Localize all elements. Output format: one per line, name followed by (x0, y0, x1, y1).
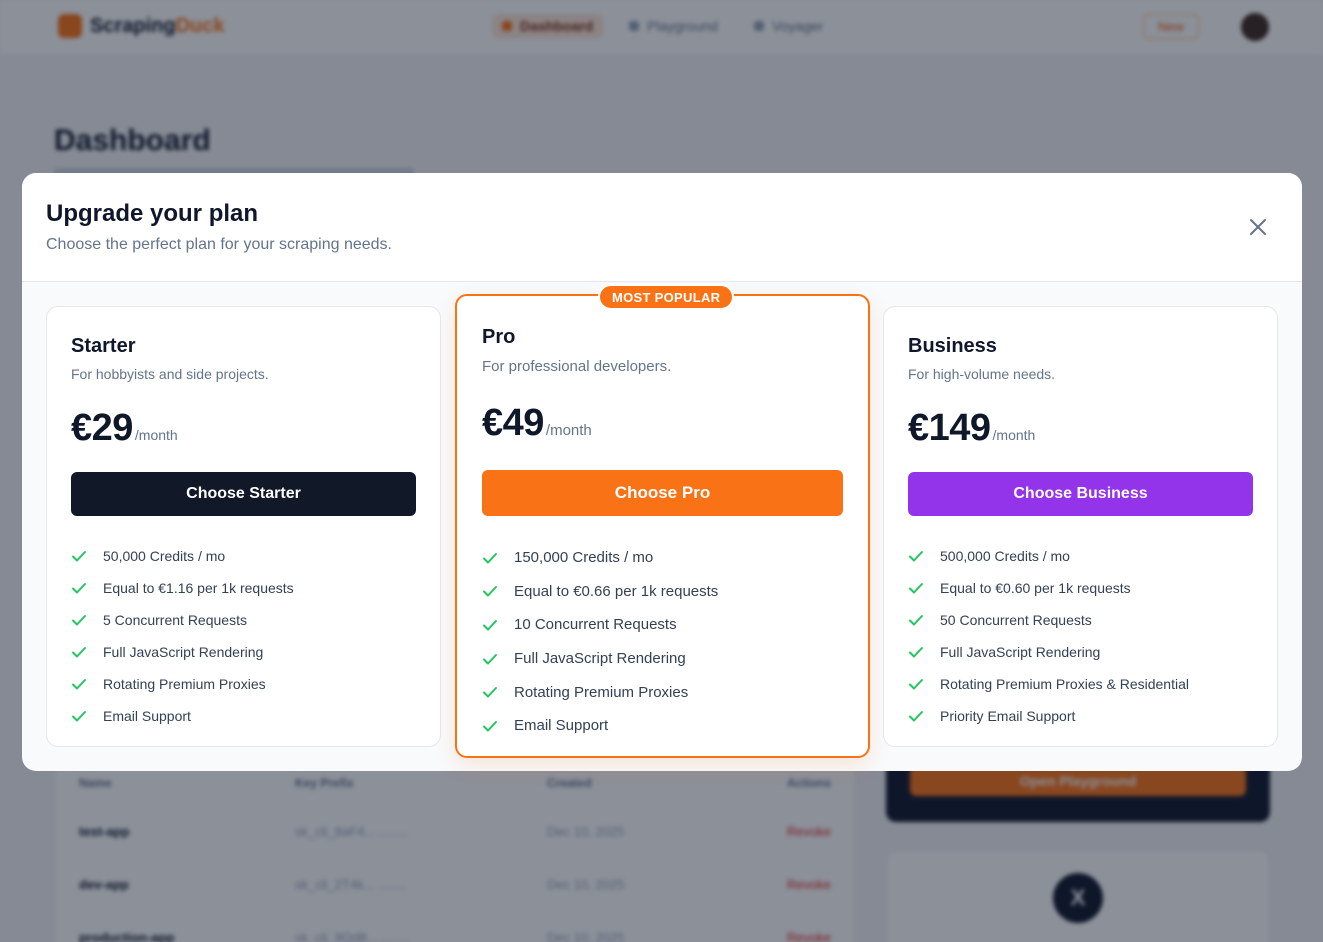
check-icon (909, 647, 923, 658)
choose-starter-button[interactable]: Choose Starter (71, 472, 416, 516)
feature-item: Full JavaScript Rendering (71, 636, 294, 668)
feature-text: Email Support (514, 717, 609, 735)
feature-item: Equal to €0.66 per 1k requests (482, 575, 718, 609)
plan-card-business: Business For high-volume needs. €149 /mo… (883, 306, 1278, 747)
check-icon (909, 711, 923, 722)
check-icon (909, 615, 923, 626)
check-icon (909, 551, 923, 562)
feature-text: Equal to €1.16 per 1k requests (103, 580, 294, 596)
check-icon (483, 687, 497, 698)
check-icon (483, 586, 497, 597)
check-icon (483, 552, 497, 564)
feature-list: 50,000 Credits / mo Equal to €1.16 per 1… (71, 540, 294, 732)
plan-price: €149 /month (908, 407, 1035, 450)
feature-item: Email Support (71, 700, 294, 732)
check-icon (483, 619, 497, 631)
feature-text: Equal to €0.66 per 1k requests (514, 582, 719, 600)
close-button[interactable] (1246, 215, 1270, 239)
check-icon (483, 653, 497, 665)
feature-text: 50 Concurrent Requests (940, 612, 1092, 628)
feature-text: Email Support (103, 708, 191, 724)
feature-text: Priority Email Support (940, 708, 1076, 724)
plan-description: For hobbyists and side projects. (71, 366, 269, 382)
feature-list: 500,000 Credits / mo Equal to €0.60 per … (908, 540, 1189, 732)
close-icon (1250, 219, 1266, 235)
feature-item: Full JavaScript Rendering (908, 636, 1189, 668)
check-icon (72, 711, 86, 722)
check-icon (483, 720, 497, 732)
plan-price: €29 /month (71, 407, 178, 450)
plan-name: Pro (482, 326, 516, 348)
check-icon (72, 583, 86, 594)
plan-name: Starter (71, 335, 136, 357)
upgrade-plan-modal: Upgrade your plan Choose the perfect pla… (22, 173, 1302, 771)
feature-text: 10 Concurrent Requests (514, 616, 677, 634)
feature-text: Full JavaScript Rendering (940, 644, 1101, 660)
feature-item: Equal to €0.60 per 1k requests (908, 572, 1189, 604)
feature-item: Priority Email Support (908, 700, 1189, 732)
price-amount: €29 (71, 407, 133, 449)
feature-text: Rotating Premium Proxies (103, 676, 266, 692)
check-icon (72, 551, 86, 562)
check-icon (909, 583, 923, 594)
check-icon (72, 647, 86, 658)
feature-item: Full JavaScript Rendering (482, 642, 718, 676)
feature-item: Email Support (482, 709, 718, 743)
feature-text: Rotating Premium Proxies (514, 683, 689, 701)
feature-list: 150,000 Credits / mo Equal to €0.66 per … (482, 541, 718, 743)
feature-item: 150,000 Credits / mo (482, 541, 718, 575)
feature-text: Rotating Premium Proxies & Residential (940, 676, 1189, 692)
feature-item: 5 Concurrent Requests (71, 604, 294, 636)
check-icon (72, 615, 86, 626)
feature-text: Full JavaScript Rendering (514, 650, 686, 668)
price-period: /month (545, 422, 592, 439)
feature-item: 50,000 Credits / mo (71, 540, 294, 572)
feature-item: 10 Concurrent Requests (482, 608, 718, 642)
feature-item: Rotating Premium Proxies (482, 675, 718, 709)
price-amount: €49 (482, 402, 544, 444)
check-icon (909, 679, 923, 690)
feature-item: 50 Concurrent Requests (908, 604, 1189, 636)
feature-text: 5 Concurrent Requests (103, 612, 247, 628)
modal-subtitle: Choose the perfect plan for your scrapin… (46, 236, 392, 253)
plan-description: For professional developers. (482, 358, 672, 375)
plan-description: For high-volume needs. (908, 366, 1056, 382)
choose-pro-button[interactable]: Choose Pro (482, 470, 843, 516)
modal-header: Upgrade your plan Choose the perfect pla… (22, 173, 1302, 282)
most-popular-badge: MOST POPULAR (598, 284, 735, 310)
plan-card-pro: MOST POPULAR Pro For professional develo… (455, 284, 870, 758)
check-icon (72, 679, 86, 690)
price-period: /month (992, 427, 1036, 443)
plan-name: Business (908, 335, 997, 357)
feature-text: 150,000 Credits / mo (514, 549, 654, 567)
feature-text: Equal to €0.60 per 1k requests (940, 580, 1131, 596)
plan-price: €49 /month (482, 402, 592, 445)
choose-business-button[interactable]: Choose Business (908, 472, 1253, 516)
feature-item: 500,000 Credits / mo (908, 540, 1189, 572)
feature-text: Full JavaScript Rendering (103, 644, 264, 660)
feature-item: Equal to €1.16 per 1k requests (71, 572, 294, 604)
plan-card-starter: Starter For hobbyists and side projects.… (46, 306, 441, 747)
feature-item: Rotating Premium Proxies & Residential (908, 668, 1189, 700)
price-amount: €149 (908, 407, 991, 449)
price-period: /month (134, 427, 178, 443)
feature-item: Rotating Premium Proxies (71, 668, 294, 700)
modal-title: Upgrade your plan (46, 200, 259, 227)
feature-text: 500,000 Credits / mo (940, 548, 1070, 564)
feature-text: 50,000 Credits / mo (103, 548, 226, 564)
